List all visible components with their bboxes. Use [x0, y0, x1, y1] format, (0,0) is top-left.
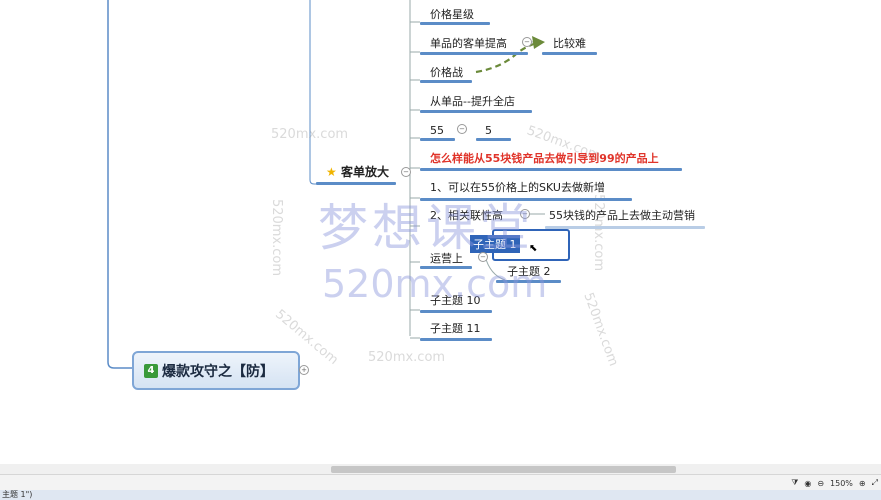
topic-difficult[interactable]: 比较难	[553, 37, 586, 51]
topic-active-marketing[interactable]: 55块钱的产品上去做主动营销	[549, 209, 695, 223]
branch-order-enlarge[interactable]: ★ 客单放大	[326, 165, 389, 179]
watermark-big-en: 520mx.com	[322, 262, 548, 306]
topic-55[interactable]: 55	[430, 124, 444, 138]
topic-underline	[420, 52, 528, 55]
topic-underline	[420, 110, 532, 113]
topic-underline	[420, 80, 472, 83]
topic-underline	[420, 338, 492, 341]
topic-price-war[interactable]: 价格战	[430, 66, 463, 80]
watermark: 520mx.com	[591, 193, 607, 272]
topic-underline	[420, 138, 455, 141]
collapse-icon[interactable]: −	[457, 124, 467, 134]
zoom-in-icon[interactable]: ⊕	[859, 479, 866, 488]
branch-label: 客单放大	[340, 165, 389, 179]
central-topic-title: 爆款攻守之【防】	[162, 363, 274, 380]
collapse-icon[interactable]: −	[401, 167, 411, 177]
watermark: 520mx.com	[368, 350, 446, 365]
topic-underline	[420, 168, 682, 171]
topic-underline	[545, 226, 705, 229]
eye-icon[interactable]: ◉	[804, 479, 811, 488]
watermark: 520mx.com	[271, 127, 349, 142]
topic-sub-11[interactable]: 子主题 11	[430, 322, 481, 336]
topic-whole-store[interactable]: 从单品--提升全店	[430, 95, 515, 109]
mindmap-canvas[interactable]: 520mx.com 520mx.com 520mx.com 520mx.com …	[0, 0, 881, 464]
fit-icon[interactable]: ⤢	[872, 478, 878, 488]
topic-underline	[420, 22, 490, 25]
status-bar: ⧩ ◉ ⊖ 150% ⊕ ⤢	[0, 474, 881, 491]
topic-guide-question[interactable]: 怎么样能从55块钱产品去做引导到99的产品上	[430, 152, 659, 166]
watermark-big-cn: 梦想课堂	[318, 199, 534, 257]
topic-5[interactable]: 5	[485, 124, 492, 138]
watermark: 520mx.com	[269, 198, 285, 277]
topic-price-star[interactable]: 价格星级	[430, 8, 474, 22]
priority-number-icon: 4	[144, 363, 158, 378]
topic-underline	[542, 52, 597, 55]
horizontal-scroll-thumb[interactable]	[331, 466, 676, 473]
topic-underline	[316, 182, 396, 185]
zoom-out-icon[interactable]: ⊖	[817, 479, 824, 488]
topic-underline	[476, 138, 511, 141]
bottom-bar: 主题 1")	[0, 490, 881, 500]
topic-single-product[interactable]: 单品的客单提高	[430, 37, 507, 51]
expand-icon[interactable]: +	[299, 365, 309, 375]
filter-icon[interactable]: ⧩	[791, 478, 798, 488]
zoom-level: 150%	[830, 478, 853, 488]
star-icon: ★	[326, 165, 337, 179]
collapse-icon[interactable]: −	[522, 37, 532, 47]
central-topic[interactable]: 4 爆款攻守之【防】	[132, 351, 300, 390]
topic-underline	[420, 310, 492, 313]
